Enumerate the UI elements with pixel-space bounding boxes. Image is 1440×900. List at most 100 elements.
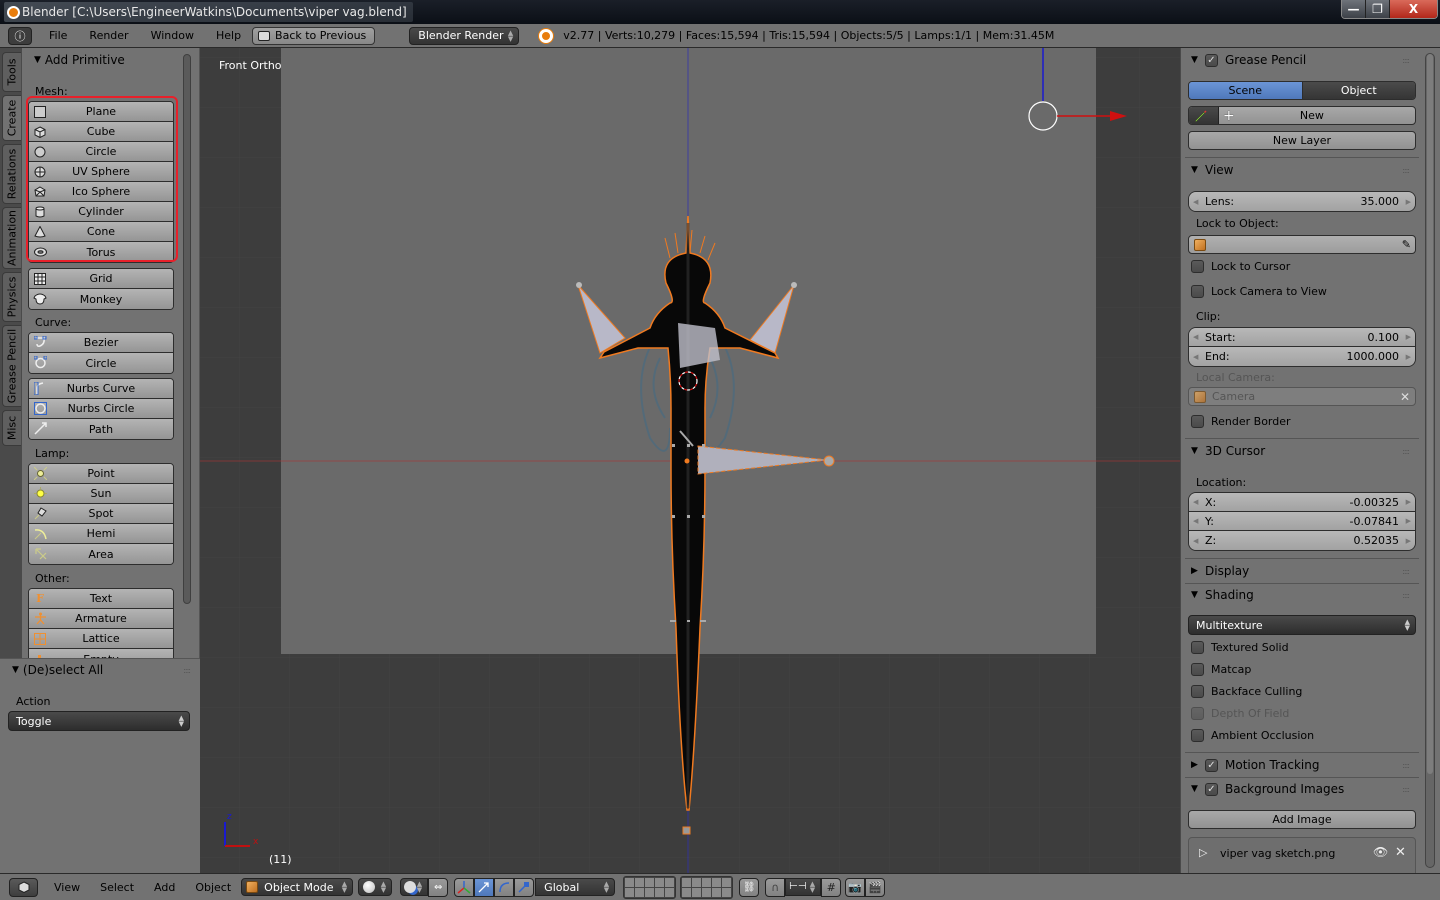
snap-target-button[interactable]: # <box>821 877 842 897</box>
add-primitive-panel-header[interactable]: ▼ Add Primitive :::: <box>22 49 199 71</box>
scene-layers-group-1[interactable] <box>623 875 677 899</box>
pivot-point-dropdown[interactable]: ▲ ▼ <box>400 877 429 896</box>
menu-file[interactable]: File <box>38 29 78 42</box>
drag-handle-icon[interactable]: :::: <box>1402 56 1410 65</box>
menu-window[interactable]: Window <box>140 29 205 42</box>
editor-type-selector[interactable] <box>9 877 38 897</box>
decrement-arrow-icon[interactable]: ◀ <box>1193 498 1198 506</box>
tab-scene[interactable]: Scene <box>1189 82 1303 99</box>
shading-panel-header[interactable]: ▼ Shading :::: <box>1181 584 1419 606</box>
increment-arrow-icon[interactable]: ▶ <box>1406 517 1411 525</box>
grease-pencil-panel-header[interactable]: ▼ ✓ Grease Pencil :::: <box>1181 49 1419 71</box>
lock-to-object-field[interactable]: ✎ <box>1188 235 1416 254</box>
lock-to-cursor-checkbox[interactable]: Lock to Cursor <box>1191 260 1290 273</box>
drag-handle-icon[interactable]: :::: <box>1402 166 1410 175</box>
display-panel-header[interactable]: ▶ Display :::: <box>1181 560 1419 582</box>
new-layer-button[interactable]: New Layer <box>1188 131 1416 150</box>
shading-mode-dropdown[interactable]: Multitexture ▲ ▼ <box>1188 615 1416 635</box>
opengl-render-image-button[interactable]: 📷 <box>845 877 866 897</box>
add-sun-lamp-button[interactable]: Sun <box>29 484 173 504</box>
add-armature-button[interactable]: Armature <box>29 609 173 629</box>
add-path-button[interactable]: Path <box>29 419 173 439</box>
clip-start-field[interactable]: ◀ Start: 0.100 ▶ <box>1189 328 1415 347</box>
tab-object[interactable]: Object <box>1302 82 1415 99</box>
menu-render[interactable]: Render <box>78 29 139 42</box>
remove-image-icon[interactable]: ✕ <box>1395 845 1406 860</box>
3d-cursor-panel-header[interactable]: ▼ 3D Cursor :::: <box>1181 440 1419 462</box>
clear-icon[interactable]: ✕ <box>1400 390 1410 404</box>
add-curve-circle-button[interactable]: Circle <box>29 353 173 373</box>
add-empty-button[interactable]: Empty <box>29 649 173 658</box>
toolshelf-scrollbar[interactable] <box>183 54 191 604</box>
viewport-shading-dropdown[interactable]: ▲ ▼ <box>358 878 393 896</box>
motion-tracking-panel-header[interactable]: ▶ ✓ Motion Tracking :::: <box>1181 754 1419 776</box>
background-images-enable-checkbox[interactable]: ✓ <box>1205 782 1218 796</box>
tab-animation[interactable]: Animation <box>2 207 21 269</box>
tab-misc[interactable]: Misc <box>2 410 21 446</box>
manipulate-center-points-button[interactable]: ⇔ <box>428 877 449 897</box>
menu-select[interactable]: Select <box>90 881 144 894</box>
decrement-arrow-icon[interactable]: ◀ <box>1193 333 1198 341</box>
new-grease-pencil-button[interactable]: New <box>1239 109 1415 122</box>
add-grid-button[interactable]: Grid <box>29 269 173 289</box>
backface-culling-checkbox[interactable]: Backface Culling <box>1191 685 1302 698</box>
scale-manipulator-button[interactable] <box>514 877 535 897</box>
menu-view[interactable]: View <box>44 881 90 894</box>
lens-field[interactable]: ◀ Lens: 35.000 ▶ <box>1188 191 1416 212</box>
grease-pencil-enable-checkbox[interactable]: ✓ <box>1205 53 1218 67</box>
add-nurbs-curve-button[interactable]: Nurbs Curve <box>29 379 173 399</box>
drag-handle-icon[interactable]: :::: <box>1402 447 1410 456</box>
view-panel-header[interactable]: ▼ View :::: <box>1181 159 1419 181</box>
transform-orientation-dropdown[interactable]: Global ▲ ▼ <box>535 878 616 896</box>
tab-physics[interactable]: Physics <box>2 272 21 322</box>
deselect-all-panel-header[interactable]: ▼ (De)select All :::: <box>0 659 200 681</box>
matcap-checkbox[interactable]: Matcap <box>1191 663 1251 676</box>
local-camera-field[interactable]: Camera ✕ <box>1188 387 1416 406</box>
add-monkey-button[interactable]: Monkey <box>29 289 173 309</box>
back-to-previous-button[interactable]: Back to Previous <box>252 26 376 45</box>
properties-scrollbar[interactable] <box>1425 53 1435 868</box>
editor-type-selector[interactable]: ⓘ <box>8 26 32 45</box>
depth-of-field-checkbox[interactable]: Depth Of Field <box>1191 707 1289 720</box>
add-hemi-lamp-button[interactable]: Hemi <box>29 524 173 544</box>
lock-layers-button[interactable]: ⛓ <box>739 877 760 897</box>
ambient-occlusion-checkbox[interactable]: Ambient Occlusion <box>1191 729 1314 742</box>
drag-handle-icon[interactable]: :::: <box>1402 785 1410 794</box>
add-text-button[interactable]: F Text <box>29 589 173 609</box>
menu-help[interactable]: Help <box>205 29 252 42</box>
increment-arrow-icon[interactable]: ▶ <box>1406 537 1411 545</box>
motion-tracking-enable-checkbox[interactable]: ✓ <box>1205 758 1218 772</box>
add-point-lamp-button[interactable]: Point <box>29 464 173 484</box>
clip-end-field[interactable]: ◀ End: 1000.000 ▶ <box>1189 347 1415 366</box>
eyedropper-icon[interactable]: ✎ <box>1402 238 1411 251</box>
render-engine-dropdown[interactable]: Blender Render ▲ ▼ <box>409 26 520 45</box>
grease-pencil-browse-button[interactable] <box>1189 107 1219 124</box>
cursor-x-field[interactable]: ◀ X: -0.00325 ▶ <box>1189 493 1415 512</box>
tab-relations[interactable]: Relations <box>2 144 21 204</box>
render-border-checkbox[interactable]: Render Border <box>1191 415 1291 428</box>
drag-handle-icon[interactable]: :::: <box>183 666 191 675</box>
menu-object[interactable]: Object <box>185 881 241 894</box>
scene-layers-group-2[interactable] <box>680 875 734 899</box>
expand-item-triangle-icon[interactable]: ▷ <box>1199 846 1207 859</box>
action-dropdown[interactable]: Toggle ▲ ▼ <box>8 711 190 731</box>
add-area-lamp-button[interactable]: Area <box>29 544 173 564</box>
maximize-button[interactable]: ❐ <box>1366 0 1390 18</box>
translate-manipulator-button[interactable] <box>474 877 495 897</box>
manipulator-toggle[interactable] <box>454 877 475 897</box>
eye-visibility-icon[interactable]: 👁 <box>1373 845 1388 859</box>
add-lattice-button[interactable]: Lattice <box>29 629 173 649</box>
cursor-y-field[interactable]: ◀ Y: -0.07841 ▶ <box>1189 512 1415 531</box>
minimize-button[interactable]: — <box>1342 0 1366 18</box>
decrement-arrow-icon[interactable]: ◀ <box>1193 353 1198 361</box>
scrollbar-thumb[interactable] <box>1427 54 1433 774</box>
add-image-button[interactable]: Add Image <box>1188 810 1416 829</box>
add-nurbs-circle-button[interactable]: Nurbs Circle <box>29 399 173 419</box>
textured-solid-checkbox[interactable]: Textured Solid <box>1191 641 1289 654</box>
increment-arrow-icon[interactable]: ▶ <box>1406 333 1411 341</box>
background-images-panel-header[interactable]: ▼ ✓ Background Images :::: <box>1181 778 1419 800</box>
decrement-arrow-icon[interactable]: ◀ <box>1193 537 1198 545</box>
menu-add[interactable]: Add <box>144 881 185 894</box>
increment-arrow-icon[interactable]: ▶ <box>1406 198 1411 206</box>
tab-tools[interactable]: Tools <box>2 52 21 92</box>
